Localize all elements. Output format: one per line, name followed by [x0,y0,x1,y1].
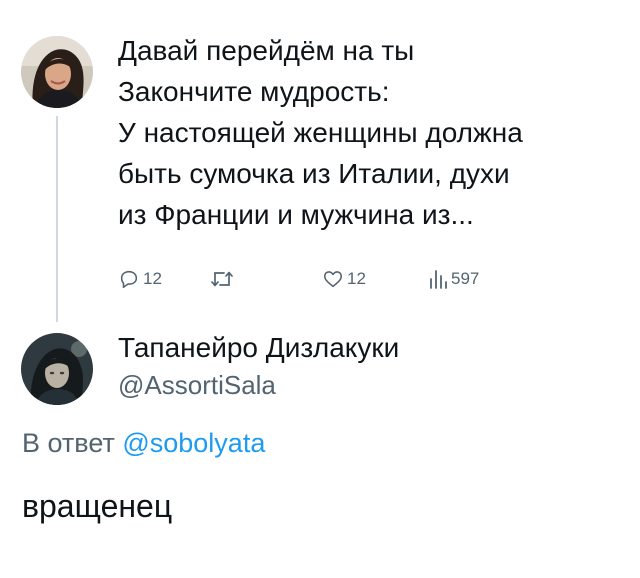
reply-count: 12 [143,269,162,288]
reply-author-handle[interactable]: @AssortiSala [118,368,276,402]
like-count: 12 [347,269,366,288]
retweet-icon [210,268,234,290]
like-icon [322,268,344,290]
retweet-button[interactable] [210,264,237,294]
author-avatar[interactable] [21,36,93,108]
tweet-text: Закончите мудрость: У настоящей женщины … [118,71,618,235]
reply-author-avatar[interactable] [21,333,93,405]
tweet-actions: 12 12 597 [118,264,538,294]
reply-author-name[interactable]: Тапанейро Дизлакуки [118,330,399,366]
views-icon [428,268,448,290]
replying-to-label: В ответ [22,428,115,458]
tweet-line: У настоящей женщины должна [118,117,523,148]
views-button[interactable]: 597 [428,264,479,294]
reply-button[interactable]: 12 [118,264,162,294]
reply-icon [118,268,140,290]
views-count: 597 [451,269,480,288]
tweet-line: Закончите мудрость: [118,76,390,107]
replying-to-mention[interactable]: @sobolyata [122,428,265,458]
like-button[interactable]: 12 [322,264,366,294]
reply-text: вращенец [22,488,173,524]
tweet-line: из Франции и мужчина из... [118,199,474,230]
replying-to: В ответ @sobolyata [22,425,265,461]
author-name[interactable]: Давай перейдём на ты [118,33,414,69]
thread-line [56,116,58,322]
tweet-line: быть сумочка из Италии, духи [118,158,510,189]
